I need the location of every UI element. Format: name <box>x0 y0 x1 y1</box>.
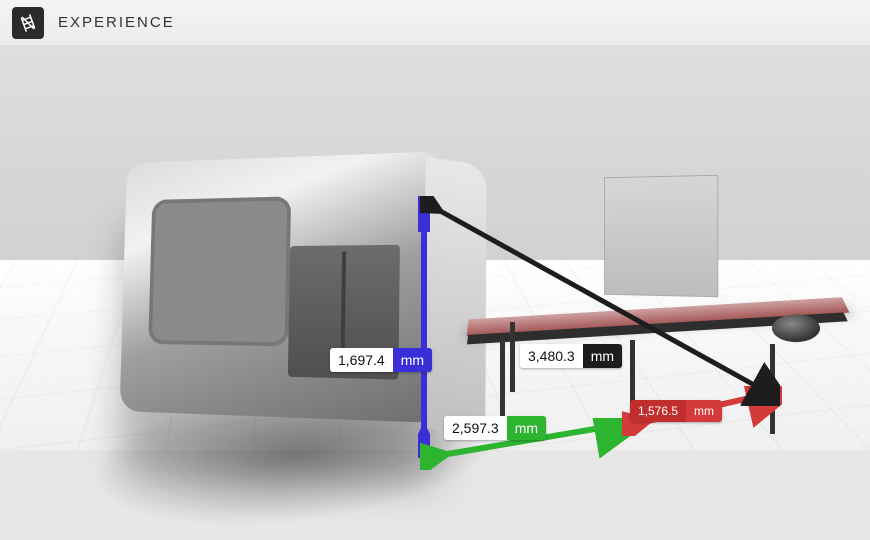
measure-label-depth[interactable]: 2,597.3 mm <box>444 416 546 440</box>
measure-label-diagonal[interactable]: 3,480.3 mm <box>520 344 622 368</box>
machine-body[interactable] <box>120 151 443 423</box>
ladder-icon <box>19 14 37 32</box>
measure-value: 1,576.5 <box>630 400 686 422</box>
measure-unit: mm <box>393 348 432 372</box>
viewport-3d[interactable]: 1,697.4 mm 2,597.3 mm 3,480.3 mm 1,576.5… <box>0 46 870 540</box>
app-header: EXPERIENCE <box>0 0 870 46</box>
measure-value: 3,480.3 <box>520 344 583 368</box>
diagonal-arrow <box>420 196 780 406</box>
page-title: EXPERIENCE <box>58 14 175 31</box>
machine-window <box>148 196 291 346</box>
measure-unit: mm <box>583 344 622 368</box>
measure-unit: mm <box>686 400 722 422</box>
app-logo[interactable] <box>12 7 44 39</box>
measure-label-width[interactable]: 1,576.5 mm <box>630 400 722 422</box>
measure-label-height[interactable]: 1,697.4 mm <box>330 348 432 372</box>
measure-value: 1,697.4 <box>330 348 393 372</box>
measure-value: 2,597.3 <box>444 416 507 440</box>
measure-unit: mm <box>507 416 546 440</box>
